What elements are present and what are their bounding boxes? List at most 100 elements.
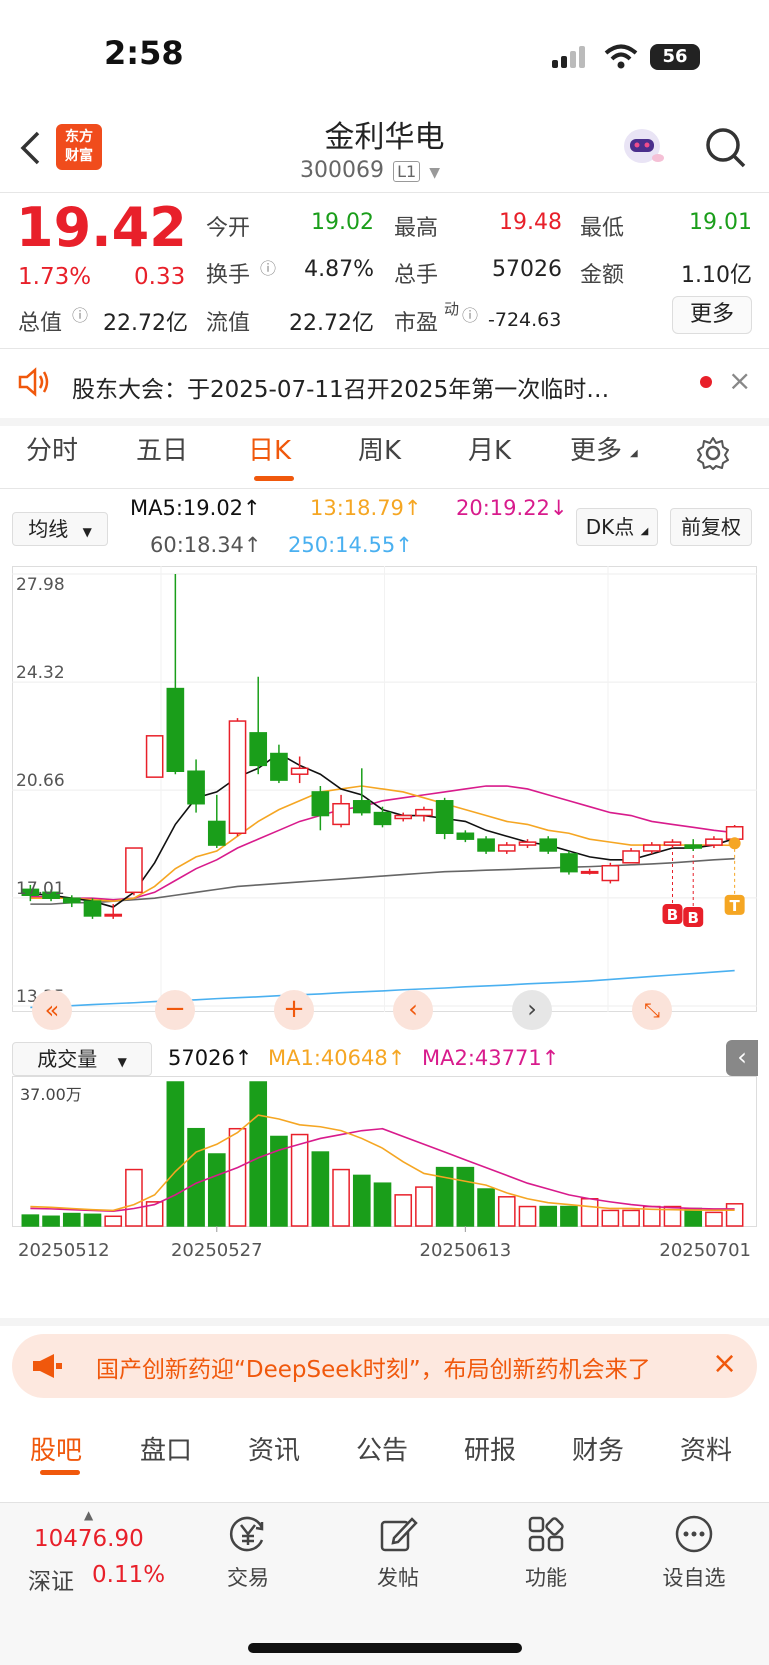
volume-bar	[477, 1188, 495, 1227]
tab-monthly-k[interactable]: 月K	[468, 430, 511, 467]
signal-icon	[552, 46, 588, 74]
volume-bar	[42, 1215, 60, 1227]
info-dots-icon[interactable]: ⓘ	[72, 302, 88, 326]
index-value[interactable]: 10476.90	[34, 1526, 144, 1552]
tab-profile[interactable]: 资料	[680, 1430, 732, 1467]
marker-label: B	[687, 909, 698, 927]
candle-body	[601, 864, 620, 882]
float-label: 流值	[206, 311, 251, 336]
pe-label: 市盈	[394, 311, 439, 336]
close-icon[interactable]: ×	[728, 364, 751, 397]
stock-code-row[interactable]: 300069 L1 ▼	[300, 158, 470, 183]
nav-post[interactable]: 发帖	[353, 1562, 443, 1592]
post-edit-icon[interactable]	[378, 1514, 418, 1558]
candle-body	[373, 811, 392, 826]
volume-bar	[249, 1081, 268, 1227]
unread-dot	[700, 376, 712, 388]
forward-adjust-button[interactable]: 前复权	[670, 508, 752, 546]
y-tick-label: 27.98	[16, 575, 65, 595]
info-dots-icon[interactable]: ⓘ	[462, 302, 478, 326]
home-indicator	[248, 1643, 522, 1653]
scroll-left-icon[interactable]: ‹	[393, 990, 433, 1030]
ma-selector-label: 均线	[28, 517, 69, 541]
tab-more[interactable]: 更多	[570, 430, 622, 467]
volume-label: 总手	[394, 263, 439, 288]
candlestick-chart[interactable]: 27.9824.3220.6617.0113.35 BBT	[12, 566, 757, 1036]
volume-bar	[725, 1203, 744, 1227]
nav-watchlist[interactable]: 设自选	[649, 1562, 739, 1592]
volume-selector-label: 成交量	[37, 1047, 98, 1071]
collapse-panel-icon[interactable]: ‹	[726, 1040, 758, 1076]
tab-news[interactable]: 资讯	[248, 1430, 300, 1467]
candle-body	[104, 913, 123, 917]
tab-five-day[interactable]: 五日	[136, 430, 188, 467]
y-tick-label: 17.01	[16, 879, 65, 899]
dropdown-icon: ▼	[82, 525, 92, 539]
volume-bar	[207, 1153, 226, 1227]
dk-point-label: DK点	[585, 515, 635, 539]
more-button[interactable]: 更多	[672, 296, 752, 334]
candle-body	[394, 814, 413, 820]
info-dots-icon[interactable]: ⓘ	[260, 255, 276, 279]
zoom-out-icon[interactable]: −	[155, 990, 195, 1030]
volume-selector[interactable]: 成交量 ▼	[12, 1042, 152, 1076]
candle-body	[249, 732, 268, 767]
tab-financials[interactable]: 财务	[572, 1430, 624, 1467]
fullscreen-icon[interactable]: ⤡	[632, 990, 672, 1030]
volume-bar	[125, 1168, 143, 1227]
expand-up-icon[interactable]: ▲	[84, 1508, 93, 1522]
notice-text[interactable]: 股东大会：于2025-07-11召开2025年第一次临时…	[72, 370, 672, 404]
candle-body	[539, 838, 558, 852]
open-label: 今开	[206, 216, 251, 241]
volume-bar	[83, 1213, 102, 1227]
search-icon[interactable]	[704, 126, 748, 174]
trade-yen-icon[interactable]	[228, 1514, 268, 1558]
current-price: 19.42	[16, 196, 187, 259]
candle-body	[352, 800, 371, 814]
candle-body	[311, 791, 330, 817]
index-name: 深证	[28, 1569, 74, 1595]
tab-announcements[interactable]: 公告	[356, 1430, 408, 1467]
robot-assistant-icon[interactable]	[620, 124, 668, 174]
date-label: 20250613	[420, 1240, 512, 1261]
settings-gear-icon[interactable]	[696, 436, 730, 474]
volume-max-label: 37.00万	[20, 1085, 82, 1104]
volume-bar	[622, 1209, 640, 1227]
function-grid-icon[interactable]	[526, 1514, 566, 1558]
date-label: 20250512	[18, 1240, 110, 1261]
volume-bar	[311, 1151, 330, 1227]
amount-label: 金额	[580, 263, 625, 288]
ma13-value: 13:18.79↑	[310, 496, 422, 520]
vol-ma1: MA1:40648↑	[268, 1046, 406, 1070]
tab-research[interactable]: 研报	[464, 1430, 516, 1467]
close-icon[interactable]: ×	[712, 1346, 737, 1381]
candle-body	[415, 808, 433, 817]
ad-banner[interactable]: 国产创新药迎“DeepSeek时刻”，布局创新药机会来了 ×	[12, 1334, 757, 1398]
tab-orderbook[interactable]: 盘口	[140, 1430, 192, 1467]
zoom-in-icon[interactable]: +	[274, 990, 314, 1030]
triangle-icon: ◢	[630, 448, 638, 459]
volume-chart[interactable]: 37.00万 20250512 20250527 20250613 20250701	[12, 1076, 757, 1266]
volume-bar	[290, 1133, 309, 1227]
candle-body	[560, 853, 578, 873]
marker-label: T	[730, 897, 741, 915]
nav-trade[interactable]: 交易	[203, 1562, 293, 1592]
status-time: 2:58	[104, 34, 184, 72]
nav-function[interactable]: 功能	[501, 1562, 591, 1592]
low-label: 最低	[580, 216, 625, 241]
change-pct: 1.73%	[18, 264, 92, 290]
scroll-left-fast-icon[interactable]: «	[32, 990, 72, 1030]
tab-weekly-k[interactable]: 周K	[358, 430, 401, 467]
tab-forum[interactable]: 股吧	[30, 1430, 82, 1467]
mktcap-value: 22.72亿	[103, 311, 188, 336]
candle-body	[62, 897, 81, 904]
ma13-end-dot	[728, 837, 741, 850]
add-watchlist-icon[interactable]	[674, 1514, 714, 1558]
volume-bar	[21, 1214, 40, 1227]
dk-point-button[interactable]: DK点 ◢	[576, 508, 658, 546]
tab-intraday[interactable]: 分时	[26, 430, 78, 467]
tab-daily-k[interactable]: 日K	[248, 430, 291, 467]
candle-body	[290, 767, 309, 775]
ma-selector[interactable]: 均线 ▼	[12, 512, 108, 546]
scroll-right-icon[interactable]: ›	[512, 990, 552, 1030]
